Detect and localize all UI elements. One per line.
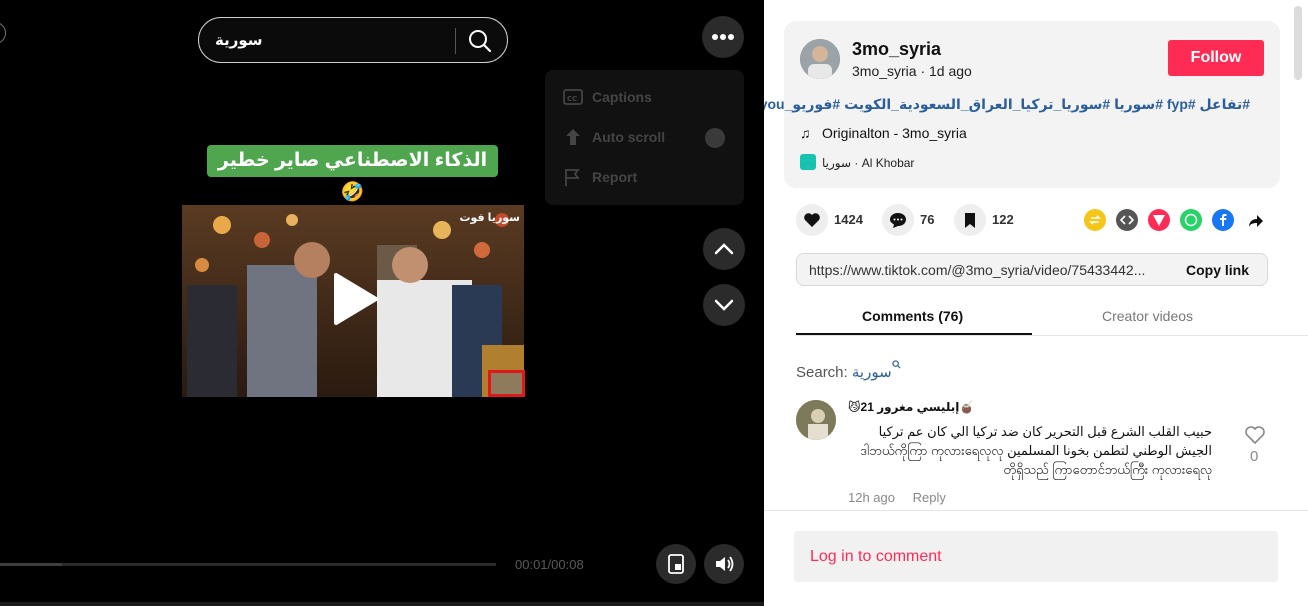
tab-comments[interactable]: Comments (76)	[862, 308, 963, 324]
save-count: 122	[992, 212, 1014, 227]
commenter-name[interactable]: 🧉إبليسي مغرور 21😼	[848, 400, 974, 414]
video-progress-bar[interactable]	[0, 563, 496, 566]
video-options-menu: CC Captions Auto scroll Report	[545, 70, 744, 205]
commenter-avatar[interactable]	[796, 400, 836, 440]
send-icon[interactable]	[1148, 209, 1170, 231]
follow-button[interactable]: Follow	[1168, 40, 1264, 76]
svg-text:CC: CC	[567, 95, 577, 103]
previous-video-button[interactable]	[703, 228, 745, 270]
video-watermark: سوريا فوت	[459, 212, 520, 224]
comment-time: 12h ago	[848, 490, 895, 505]
video-player-area: سورية CC Captions Auto scroll Report الذ…	[0, 0, 764, 606]
details-panel: 3mo_syria 3mo_syria · 1d ago Follow #تفا…	[764, 0, 1308, 606]
location-tag[interactable]: سوريا · Al Khobar	[800, 154, 914, 170]
like-count: 1424	[834, 212, 863, 227]
tab-creator-videos[interactable]: Creator videos	[1102, 308, 1193, 324]
avatar[interactable]	[800, 39, 840, 79]
comment-item: 🧉إبليسي مغرور 21😼 حبيب القلب الشرع قبل ا…	[796, 398, 1276, 510]
music-note-icon: ♫	[800, 125, 811, 141]
comment-text: حبيب القلب الشرع قبل التحرير كان ضد تركي…	[860, 424, 1212, 477]
reply-button[interactable]: Reply	[913, 490, 946, 505]
commenter-avatar-image	[796, 400, 836, 440]
more-options-button[interactable]	[702, 16, 744, 58]
comment-meta: 12h ago Reply	[848, 490, 946, 505]
music-title: Originalton - 3mo_syria	[822, 125, 967, 141]
comment-search-label: Search: سورية	[796, 360, 901, 381]
repost-icon[interactable]	[1084, 209, 1106, 231]
auto-scroll-icon	[566, 129, 580, 145]
chevron-up-icon	[714, 243, 734, 255]
avatar-image	[800, 39, 840, 79]
login-to-comment-link[interactable]: Log in to comment	[810, 548, 942, 566]
captions-icon: CC	[563, 89, 583, 105]
post-subline: 3mo_syria · 1d ago	[852, 63, 972, 79]
share-link-box: https://www.tiktok.com/@3mo_syria/video/…	[796, 253, 1268, 286]
auto-scroll-label: Auto scroll	[592, 129, 666, 145]
small-search-icon	[891, 360, 901, 369]
heart-icon[interactable]	[796, 204, 828, 236]
search-input[interactable]: سورية	[215, 31, 263, 49]
report-label: Report	[592, 169, 638, 185]
embed-icon[interactable]	[1116, 209, 1138, 231]
flag-icon	[565, 169, 580, 186]
location-icon	[800, 154, 816, 170]
action-bar: 1424 76 122	[796, 204, 1276, 236]
share-arrow-icon[interactable]	[1244, 209, 1266, 231]
active-tab-underline	[796, 333, 1032, 335]
scrollbar[interactable]	[1294, 6, 1302, 80]
comment-like-count: 0	[1250, 448, 1259, 465]
auto-scroll-toggle[interactable]	[705, 128, 725, 148]
location-text: سوريا · Al Khobar	[822, 156, 915, 170]
login-to-comment-box[interactable]: Log in to comment	[794, 531, 1278, 582]
comment-search-term[interactable]: سورية	[852, 364, 892, 381]
chevron-down-icon	[714, 299, 734, 311]
username[interactable]: 3mo_syria	[852, 39, 941, 60]
comment-icon[interactable]	[882, 204, 914, 236]
menu-item-auto-scroll[interactable]: Auto scroll	[563, 125, 733, 149]
comment-heart-icon[interactable]	[1244, 424, 1266, 446]
search-divider	[455, 28, 456, 54]
floating-player-icon	[668, 554, 684, 574]
caption-banner: الذكاء الاصطناعي صاير خطير 🤣	[207, 145, 498, 203]
floating-player-button[interactable]	[656, 544, 696, 584]
video-thumbnail[interactable]: سوريا فوت	[182, 205, 524, 397]
highlight-marker	[488, 370, 525, 397]
share-link-text[interactable]: https://www.tiktok.com/@3mo_syria/video/…	[809, 262, 1169, 278]
comment-divider	[764, 510, 1308, 511]
post-hashtags[interactable]: #تفاعل #fyp #سوريا #سوريا_تركيا_العراق_ا…	[764, 96, 1250, 113]
captions-label: Captions	[592, 89, 652, 105]
copy-link-button[interactable]: Copy link	[1186, 262, 1249, 278]
bookmark-icon[interactable]	[954, 204, 986, 236]
back-button-partial[interactable]	[0, 22, 6, 44]
comment-count: 76	[920, 212, 935, 227]
menu-item-captions[interactable]: CC Captions	[563, 85, 733, 109]
facebook-icon[interactable]	[1212, 209, 1234, 231]
next-video-button[interactable]	[703, 284, 745, 326]
menu-item-report[interactable]: Report	[563, 165, 733, 189]
volume-button[interactable]	[704, 544, 744, 584]
whatsapp-icon[interactable]	[1180, 209, 1202, 231]
more-icon	[712, 34, 734, 40]
comment-tabs: Comments (76) Creator videos	[796, 300, 1308, 336]
volume-icon	[716, 556, 734, 572]
comment-search-prefix: Search:	[796, 364, 848, 381]
search-bar[interactable]: سورية	[198, 17, 508, 63]
bottom-edge	[0, 602, 764, 606]
search-icon[interactable]	[467, 28, 493, 54]
music-link[interactable]: ♫ Originalton - 3mo_syria	[800, 125, 967, 141]
video-time: 00:01/00:08	[515, 557, 584, 572]
play-icon[interactable]	[332, 271, 380, 327]
video-progress-fill	[0, 563, 62, 566]
post-info-card: 3mo_syria 3mo_syria · 1d ago Follow #تفا…	[764, 21, 1280, 188]
